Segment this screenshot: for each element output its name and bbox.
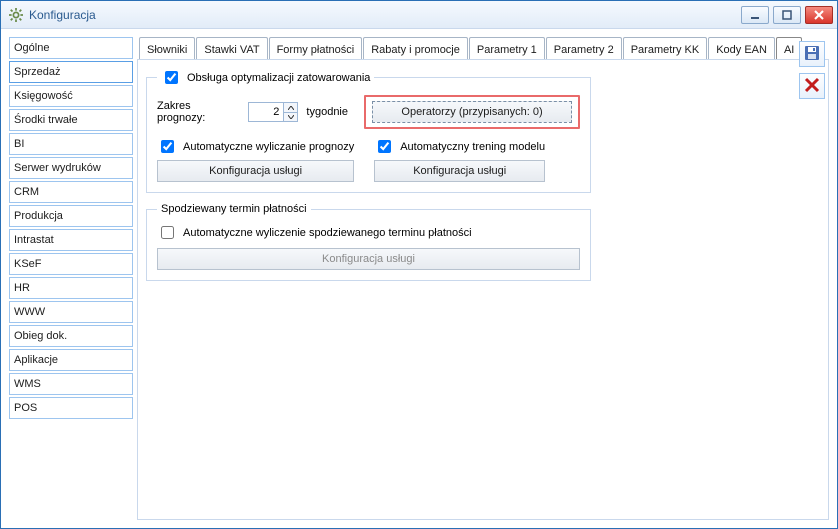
group-legend: Obsługa optymalizacji zatowarowania	[187, 72, 370, 84]
right-toolbar	[799, 41, 825, 99]
sidebar-item-label: Księgowość	[14, 90, 73, 102]
sidebar-item-intrastat[interactable]: Intrastat	[9, 229, 133, 251]
sidebar-item-bi[interactable]: BI	[9, 133, 133, 155]
window-controls	[741, 6, 833, 24]
button-label: Konfiguracja usługi	[209, 165, 302, 177]
tab-label: Parametry 1	[477, 44, 537, 56]
sidebar-item-label: KSeF	[14, 258, 42, 270]
floppy-icon	[803, 44, 821, 65]
tab-label: AI	[784, 44, 794, 56]
sidebar-item-label: Sprzedaż	[14, 66, 60, 78]
button-label: Konfiguracja usługi	[413, 165, 506, 177]
sidebar-item-label: WWW	[14, 306, 45, 318]
config-window: Konfiguracja Ogólne Sprzedaż Księgowość …	[0, 0, 838, 529]
sidebar-item-label: POS	[14, 402, 37, 414]
konfiguracja-uslugi-button-2[interactable]: Konfiguracja usługi	[374, 160, 545, 182]
operatorzy-button[interactable]: Operatorzy (przypisanych: 0)	[372, 101, 572, 123]
sidebar-item-pos[interactable]: POS	[9, 397, 133, 419]
sidebar-item-label: Aplikacje	[14, 354, 58, 366]
tab-slowniki[interactable]: Słowniki	[139, 37, 195, 59]
tab-label: Rabaty i promocje	[371, 44, 460, 56]
checkbox-obsluga-optymalizacji[interactable]	[165, 71, 178, 84]
content-area: Ogólne Sprzedaż Księgowość Środki trwałe…	[1, 29, 837, 528]
spinner-zakres-prognozy[interactable]	[248, 102, 298, 122]
checkbox-label: Automatyczne wyliczanie prognozy	[183, 141, 354, 153]
sidebar-item-www[interactable]: WWW	[9, 301, 133, 323]
gear-icon	[9, 8, 23, 22]
sidebar-item-ksiegowosc[interactable]: Księgowość	[9, 85, 133, 107]
sidebar-item-crm[interactable]: CRM	[9, 181, 133, 203]
titlebar: Konfiguracja	[1, 1, 837, 29]
sidebar-item-label: CRM	[14, 186, 39, 198]
sidebar-item-serwer-wydrukow[interactable]: Serwer wydruków	[9, 157, 133, 179]
checkbox-auto-wyliczenie-terminu[interactable]	[161, 226, 174, 239]
sidebar-item-label: WMS	[14, 378, 41, 390]
sidebar-item-label: Intrastat	[14, 234, 54, 246]
highlight-frame: Operatorzy (przypisanych: 0)	[364, 95, 580, 129]
save-button[interactable]	[799, 41, 825, 67]
tab-stawki-vat[interactable]: Stawki VAT	[196, 37, 267, 59]
group-spodziewany-termin: Spodziewany termin płatności Automatyczn…	[146, 203, 591, 281]
sidebar: Ogólne Sprzedaż Księgowość Środki trwałe…	[9, 37, 133, 520]
tab-label: Stawki VAT	[204, 44, 259, 56]
sidebar-item-label: Ogólne	[14, 42, 49, 54]
label-zakres-prognozy: Zakres prognozy:	[157, 100, 240, 124]
sidebar-item-obieg-dok[interactable]: Obieg dok.	[9, 325, 133, 347]
window-title: Konfiguracja	[29, 8, 96, 22]
tab-formy-platnosci[interactable]: Formy płatności	[269, 37, 363, 59]
sidebar-item-ksef[interactable]: KSeF	[9, 253, 133, 275]
tab-kody-ean[interactable]: Kody EAN	[708, 37, 775, 59]
sidebar-item-label: HR	[14, 282, 30, 294]
sidebar-item-wms[interactable]: WMS	[9, 373, 133, 395]
close-button[interactable]	[805, 6, 833, 24]
tab-parametry-2[interactable]: Parametry 2	[546, 37, 622, 59]
checkbox-wrapper: Automatyczny trening modelu	[374, 137, 545, 156]
sidebar-item-label: Serwer wydruków	[14, 162, 101, 174]
sidebar-item-hr[interactable]: HR	[9, 277, 133, 299]
tab-panel: Obsługa optymalizacji zatowarowania Zakr…	[137, 59, 829, 520]
checkbox-label: Automatyczne wyliczenie spodziewanego te…	[183, 227, 472, 239]
sidebar-item-label: Produkcja	[14, 210, 63, 222]
sidebar-item-sprzedaz[interactable]: Sprzedaż	[9, 61, 133, 83]
tab-label: Formy płatności	[277, 44, 355, 56]
tab-parametry-kk[interactable]: Parametry KK	[623, 37, 707, 59]
sidebar-item-ogolne[interactable]: Ogólne	[9, 37, 133, 59]
sidebar-item-srodki-trwale[interactable]: Środki trwałe	[9, 109, 133, 131]
label-tygodnie: tygodnie	[306, 106, 348, 118]
sidebar-item-label: BI	[14, 138, 24, 150]
tab-label: Parametry KK	[631, 44, 699, 56]
cancel-button[interactable]	[799, 73, 825, 99]
minimize-button[interactable]	[741, 6, 769, 24]
maximize-button[interactable]	[773, 6, 801, 24]
checkbox-wrapper: Automatyczne wyliczanie prognozy	[157, 137, 354, 156]
button-label: Konfiguracja usługi	[322, 253, 415, 265]
checkbox-label: Automatyczny trening modelu	[400, 141, 545, 153]
checkbox-auto-trening-modelu[interactable]	[378, 140, 391, 153]
chevron-up-icon[interactable]	[283, 103, 297, 112]
sidebar-item-label: Środki trwałe	[14, 114, 78, 126]
checkbox-wrapper: Automatyczne wyliczenie spodziewanego te…	[157, 223, 580, 242]
group-optymalizacja: Obsługa optymalizacji zatowarowania Zakr…	[146, 68, 591, 193]
konfiguracja-uslugi-button-1[interactable]: Konfiguracja usługi	[157, 160, 354, 182]
group-legend: Spodziewany termin płatności	[161, 203, 307, 215]
tab-label: Parametry 2	[554, 44, 614, 56]
tab-label: Słowniki	[147, 44, 187, 56]
tab-parametry-1[interactable]: Parametry 1	[469, 37, 545, 59]
chevron-down-icon[interactable]	[283, 112, 297, 121]
sidebar-item-aplikacje[interactable]: Aplikacje	[9, 349, 133, 371]
main-panel: Słowniki Stawki VAT Formy płatności Raba…	[137, 37, 829, 520]
sidebar-item-label: Obieg dok.	[14, 330, 67, 342]
checkbox-auto-wyliczanie-prognozy[interactable]	[161, 140, 174, 153]
close-icon	[804, 77, 820, 96]
tab-label: Kody EAN	[716, 44, 767, 56]
tab-rabaty-promocje[interactable]: Rabaty i promocje	[363, 37, 468, 59]
konfiguracja-uslugi-button-3[interactable]: Konfiguracja usługi	[157, 248, 580, 270]
button-label: Operatorzy (przypisanych: 0)	[401, 106, 542, 118]
tab-bar: Słowniki Stawki VAT Formy płatności Raba…	[139, 37, 829, 59]
spinner-input[interactable]	[249, 103, 283, 121]
sidebar-item-produkcja[interactable]: Produkcja	[9, 205, 133, 227]
